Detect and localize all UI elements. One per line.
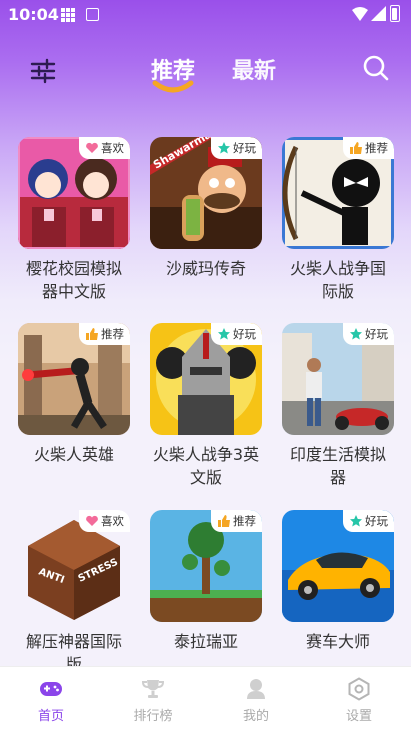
badge-label: 好玩 (365, 327, 388, 341)
tab-latest[interactable]: 最新 (232, 53, 276, 85)
bottom-nav: 首页 排行榜 我的 设置 (0, 666, 411, 730)
game-title: 樱花校园模拟器中文版 (25, 259, 122, 301)
game-thumbnail: 好玩 (282, 510, 394, 622)
user-icon (247, 679, 265, 699)
thumbs-up-icon (86, 328, 98, 340)
tag-badge: 推荐 (79, 323, 130, 345)
nav-item-home[interactable]: 首页 (16, 677, 86, 724)
filter-icon[interactable] (28, 56, 58, 86)
wifi-icon (352, 7, 368, 21)
tag-badge: 好玩 (343, 510, 394, 532)
game-thumbnail: 推荐 (282, 137, 394, 249)
nav-item-ranking[interactable]: 排行榜 (118, 677, 188, 724)
tag-badge: 推荐 (211, 510, 262, 532)
trophy-icon (141, 680, 165, 698)
star-icon (350, 515, 362, 527)
game-card[interactable]: 推荐 泰拉瑞亚 (150, 510, 262, 653)
game-title: 泰拉瑞亚 (173, 632, 238, 651)
game-thumbnail: 好玩 (282, 323, 394, 435)
tag-badge: 推荐 (343, 137, 394, 159)
tag-badge: 喜欢 (79, 510, 130, 532)
settings-icon (348, 677, 370, 701)
badge-label: 喜欢 (101, 514, 124, 528)
status-time: 10:04 (8, 5, 59, 24)
game-thumbnail: ANTI STRESS 喜欢 (18, 510, 130, 622)
tag-badge: 好玩 (343, 323, 394, 345)
game-thumbnail: 推荐 (18, 323, 130, 435)
star-icon (218, 142, 230, 154)
tag-badge: 好玩 (211, 137, 262, 159)
tag-badge: 喜欢 (79, 137, 130, 159)
heart-icon (86, 515, 98, 526)
badge-label: 推荐 (365, 141, 388, 155)
game-title: 火柴人英雄 (33, 445, 114, 464)
badge-label: 推荐 (101, 327, 124, 341)
search-icon[interactable] (362, 54, 390, 82)
badge-label: 好玩 (233, 327, 256, 341)
thumbs-up-icon (218, 515, 230, 527)
active-tab-indicator (152, 80, 194, 93)
nav-label: 我的 (242, 709, 269, 724)
game-card[interactable]: 好玩 赛车大师 (282, 510, 394, 653)
game-card[interactable]: Shawarma 好玩 沙威玛传奇 (150, 137, 262, 280)
game-card[interactable]: 喜欢 樱花校园模拟器中文版 (18, 137, 130, 303)
game-thumbnail: 喜欢 (18, 137, 130, 249)
tag-badge: 好玩 (211, 323, 262, 345)
app-grid-icon (61, 8, 75, 22)
nav-item-profile[interactable]: 我的 (221, 677, 291, 724)
game-title: 火柴人战争国际版 (289, 259, 386, 301)
signal-icon (371, 6, 386, 21)
gamepad-icon (40, 682, 62, 696)
game-title: 沙威玛传奇 (165, 259, 246, 278)
game-title: 印度生活模拟器 (289, 445, 386, 487)
badge-label: 好玩 (365, 514, 388, 528)
badge-label: 好玩 (233, 141, 256, 155)
game-thumbnail: 推荐 (150, 510, 262, 622)
game-card[interactable]: ANTI STRESS 喜欢 解压神器国际版 (18, 510, 130, 676)
star-icon (218, 328, 230, 340)
game-title: 火柴人战争3英文版 (152, 445, 260, 487)
game-card[interactable]: 好玩 印度生活模拟器 (282, 323, 394, 489)
badge-label: 推荐 (233, 514, 256, 528)
game-card[interactable]: 好玩 火柴人战争3英文版 (150, 323, 262, 489)
game-card[interactable]: 推荐 火柴人战争国际版 (282, 137, 394, 303)
top-header: 推荐 最新 (0, 40, 411, 100)
game-card[interactable]: 推荐 火柴人英雄 (18, 323, 130, 466)
thumbs-up-icon (350, 142, 362, 154)
game-thumbnail: Shawarma 好玩 (150, 137, 262, 249)
game-thumbnail: 好玩 (150, 323, 262, 435)
nav-label: 排行榜 (133, 709, 173, 724)
nav-item-settings[interactable]: 设置 (324, 677, 394, 724)
nav-label: 设置 (345, 709, 372, 724)
nav-label: 首页 (37, 709, 64, 724)
game-title: 赛车大师 (305, 632, 370, 651)
status-bar: 10:04 (0, 0, 411, 30)
star-icon (350, 328, 362, 340)
notification-a-icon (86, 8, 99, 21)
battery-icon (390, 5, 400, 22)
badge-label: 喜欢 (101, 141, 124, 155)
heart-icon (86, 142, 98, 153)
